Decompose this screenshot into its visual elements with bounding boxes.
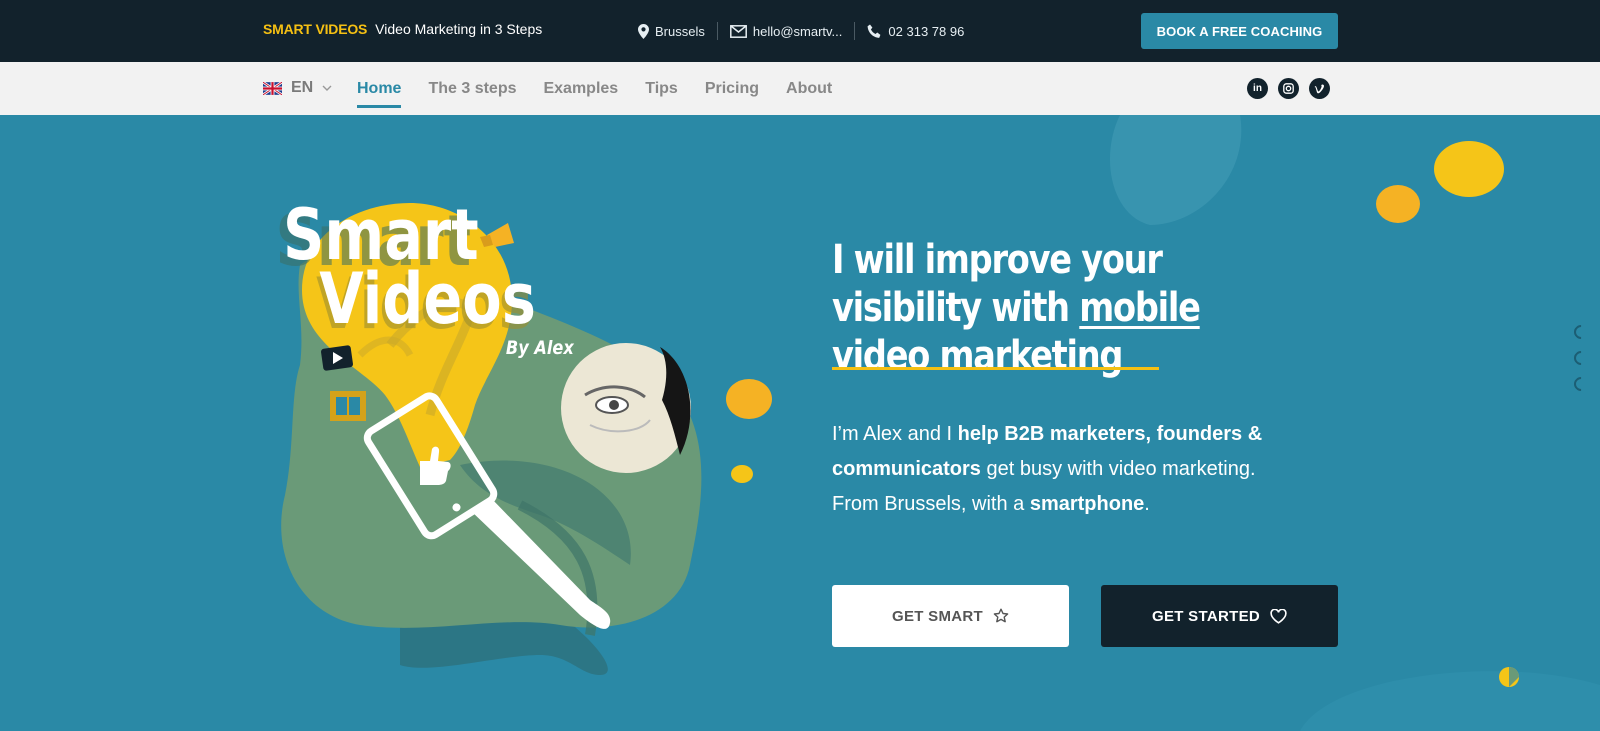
intro-text: I’m Alex and I bbox=[832, 423, 958, 445]
get-smart-label: GET SMART bbox=[891, 607, 984, 625]
yellow-blob bbox=[1434, 141, 1504, 197]
headline-underlined: mobile bbox=[1079, 285, 1201, 331]
background-blob bbox=[1300, 671, 1600, 731]
brand[interactable]: SMART VIDEOS Video Marketing in 3 Steps bbox=[263, 21, 542, 37]
intro-text: . bbox=[1144, 493, 1150, 515]
contact-info: Brussels hello@smartv... 02 313 78 96 bbox=[638, 20, 964, 42]
hero-section: Smart Smart Videos Videos By Alex I will… bbox=[0, 115, 1600, 731]
brand-name[interactable]: SMART VIDEOS bbox=[263, 21, 367, 37]
headline-underline-rule bbox=[832, 367, 1159, 370]
get-started-label: GET STARTED bbox=[1151, 607, 1261, 625]
main-nav: EN Home The 3 steps Examples Tips Pricin… bbox=[0, 62, 1600, 115]
phone-icon bbox=[868, 24, 881, 38]
phone-link[interactable]: 02 313 78 96 bbox=[888, 24, 964, 39]
nav-item-about[interactable]: About bbox=[786, 62, 832, 115]
intro-bold-smartphone: smartphone bbox=[1029, 493, 1145, 515]
nav-menu: Home The 3 steps Examples Tips Pricing A… bbox=[357, 62, 859, 115]
slide-dot[interactable] bbox=[1571, 348, 1591, 368]
get-smart-button[interactable]: GET SMART bbox=[832, 585, 1069, 647]
vimeo-icon[interactable] bbox=[1309, 78, 1330, 99]
yellow-blob bbox=[726, 379, 772, 419]
slide-dot[interactable] bbox=[1571, 374, 1591, 394]
divider bbox=[854, 22, 856, 40]
slide-dot[interactable] bbox=[1571, 322, 1591, 342]
location-text: Brussels bbox=[655, 23, 705, 39]
headline-part-2: video marketing bbox=[832, 333, 1123, 379]
get-started-button[interactable]: GET STARTED bbox=[1101, 585, 1338, 647]
chevron-down-icon bbox=[322, 85, 332, 91]
language-selector[interactable]: EN bbox=[263, 79, 332, 97]
divider bbox=[716, 22, 718, 40]
mail-icon bbox=[729, 24, 747, 38]
heart-icon bbox=[1270, 608, 1287, 624]
star-icon bbox=[993, 608, 1009, 623]
email-link[interactable]: hello@smartv... bbox=[753, 24, 843, 39]
nav-item-examples[interactable]: Examples bbox=[543, 62, 618, 115]
brand-tagline: Video Marketing in 3 Steps bbox=[375, 21, 543, 37]
book-coaching-button[interactable]: BOOK A FREE COACHING bbox=[1141, 13, 1338, 49]
nav-item-tips[interactable]: Tips bbox=[645, 62, 678, 115]
top-bar: SMART VIDEOS Video Marketing in 3 Steps … bbox=[0, 0, 1600, 62]
uk-flag-icon bbox=[263, 81, 282, 95]
phone-item[interactable]: 02 313 78 96 bbox=[867, 24, 964, 39]
background-blob bbox=[1110, 115, 1242, 225]
yellow-blob bbox=[1376, 185, 1420, 223]
slide-indicator bbox=[1571, 322, 1591, 394]
hero-headline: I will improve your visibility with mobi… bbox=[832, 236, 1269, 380]
location-item: Brussels bbox=[638, 23, 705, 39]
logo-byline: By Alex bbox=[506, 338, 574, 360]
hero-illustration: Smart Smart Videos Videos By Alex bbox=[276, 115, 1600, 731]
social-links: in bbox=[1247, 78, 1330, 99]
yellow-blob bbox=[731, 465, 753, 483]
hero-intro: I’m Alex and I help B2B marketers, found… bbox=[832, 417, 1302, 522]
linkedin-icon[interactable]: in bbox=[1247, 78, 1268, 99]
intro-text: From Brussels, with a bbox=[832, 493, 1030, 515]
logo-word-videos: Videos bbox=[319, 260, 536, 341]
map-pin-icon bbox=[638, 23, 649, 39]
nav-item-the-3-steps[interactable]: The 3 steps bbox=[428, 62, 516, 115]
email-item[interactable]: hello@smartv... bbox=[729, 24, 843, 39]
nav-item-pricing[interactable]: Pricing bbox=[705, 62, 759, 115]
language-label: EN bbox=[291, 79, 314, 96]
nav-item-home[interactable]: Home bbox=[357, 62, 402, 115]
instagram-icon[interactable] bbox=[1278, 78, 1299, 99]
intro-text: get busy with video marketing. bbox=[980, 458, 1256, 480]
